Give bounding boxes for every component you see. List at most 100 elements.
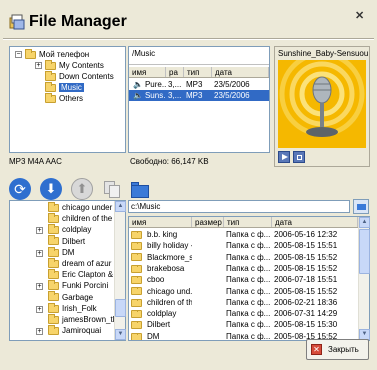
- expand-icon[interactable]: +: [36, 328, 43, 336]
- col-type[interactable]: тип: [224, 217, 272, 227]
- table-row[interactable]: cboo Папка с ф... 2006-07-18 15:51: [129, 274, 358, 285]
- refresh-icon: ⟳: [14, 180, 26, 197]
- tree-item[interactable]: + Jamiroquai: [36, 325, 101, 336]
- col-type[interactable]: тип: [184, 67, 212, 77]
- close-icon: ✕: [311, 344, 322, 355]
- pc-tree-scrollbar[interactable]: ▲ ▼: [114, 201, 126, 340]
- table-row[interactable]: Dilbert Папка с ф... 2005-08-15 15:30: [129, 319, 358, 330]
- tree-item[interactable]: jamesBrown_th: [48, 313, 114, 324]
- folder-icon: [48, 257, 59, 268]
- close-icon: ✕: [355, 10, 365, 22]
- stop-button[interactable]: [293, 151, 305, 163]
- album-art: [278, 60, 366, 148]
- folder-icon: [131, 253, 142, 262]
- phone-list-header: имя ра тип дата: [129, 67, 269, 78]
- table-row[interactable]: children of th...Папка с ф...2006-02-21 …: [129, 297, 358, 308]
- table-row[interactable]: coldplay Папка с ф... 2006-07-31 14:29: [129, 308, 358, 319]
- scroll-up-icon[interactable]: ▲: [359, 217, 370, 228]
- tree-item[interactable]: Eric Clapton &: [48, 269, 113, 280]
- folder-icon: [48, 201, 59, 212]
- tree-item[interactable]: Dilbert: [48, 235, 85, 246]
- play-icon: [282, 154, 288, 160]
- stop-icon: [297, 155, 302, 160]
- copy-button[interactable]: [101, 178, 123, 200]
- expand-icon[interactable]: +: [35, 62, 42, 70]
- folder-icon: [48, 246, 59, 257]
- folder-icon: [48, 224, 59, 235]
- table-row[interactable]: Blackmore_s...Папка с ф...2005-08-15 15:…: [129, 252, 358, 263]
- folder-icon: [131, 287, 142, 296]
- tree-item[interactable]: + DM: [36, 246, 74, 257]
- tree-item[interactable]: + Irish_Folk: [36, 302, 97, 313]
- col-size[interactable]: ра: [166, 67, 184, 77]
- col-date[interactable]: дата: [212, 67, 269, 77]
- tree-root[interactable]: − Мой телефон: [15, 48, 89, 59]
- expand-icon[interactable]: +: [36, 305, 43, 313]
- folder-icon: [48, 302, 59, 313]
- expand-icon[interactable]: +: [36, 283, 43, 291]
- list-item-selected[interactable]: 🔈Suns... 3,... MP3 23/5/2006: [129, 90, 269, 101]
- tree-item[interactable]: children of the: [48, 213, 112, 224]
- tree-item[interactable]: dream of azur: [48, 257, 111, 268]
- preview-panel: Sunshine_Baby-Sensuous.: [274, 46, 370, 167]
- expand-icon[interactable]: +: [36, 249, 43, 257]
- tree-item[interactable]: + Funki Porcini: [36, 280, 108, 291]
- table-row[interactable]: b.b. king Папка с ф... 2006-05-16 12:32: [129, 229, 358, 240]
- close-window-button[interactable]: ✕: [355, 9, 369, 23]
- tree-item-others[interactable]: Others: [45, 92, 83, 103]
- scroll-thumb[interactable]: [115, 299, 126, 317]
- title-divider: [3, 38, 374, 40]
- preview-title: Sunshine_Baby-Sensuous.: [278, 49, 368, 58]
- folder-icon: [48, 235, 59, 246]
- table-row[interactable]: brakebosa Папка с ф... 2005-08-15 15:52: [129, 263, 358, 274]
- free-space: Свободно: 66,147 KB: [130, 157, 209, 166]
- scroll-down-icon[interactable]: ▼: [115, 329, 126, 340]
- folder-icon: [48, 269, 59, 280]
- folder-icon: [48, 213, 59, 224]
- scroll-up-icon[interactable]: ▲: [115, 201, 126, 212]
- folder-icon: [45, 92, 56, 103]
- folder-icon: [48, 280, 59, 291]
- folder-open-icon: [45, 81, 56, 92]
- expand-icon[interactable]: +: [36, 227, 43, 235]
- folder-up-icon: [357, 204, 366, 210]
- tree-item-down-contents[interactable]: Down Contents: [45, 70, 114, 81]
- pc-list-scrollbar[interactable]: ▲ ▼: [358, 217, 370, 340]
- pc-tree-panel: chicago under children of the + coldplay Dil…: [9, 200, 126, 341]
- pc-list-header: имя размер тип дата: [129, 217, 358, 228]
- refresh-button[interactable]: ⟳: [9, 178, 31, 200]
- table-row[interactable]: billy holiday -...Папка с ф...2005-08-15…: [129, 240, 358, 251]
- tree-item[interactable]: Garbage: [48, 291, 93, 302]
- tree-item[interactable]: + coldplay: [36, 224, 91, 235]
- upload-button[interactable]: ⬆: [71, 178, 93, 200]
- folder-icon: [131, 321, 142, 330]
- folder-up-button[interactable]: [353, 199, 369, 214]
- speaker-icon: 🔈: [133, 80, 143, 89]
- supported-formats: MP3 M4A AAC: [9, 157, 62, 166]
- scroll-thumb[interactable]: [359, 229, 370, 274]
- tree-item-music[interactable]: Music: [45, 81, 84, 92]
- new-folder-button[interactable]: [129, 180, 151, 200]
- col-name[interactable]: имя: [129, 217, 192, 227]
- pc-path-field[interactable]: c:\Music: [128, 200, 350, 213]
- window-title: File Manager: [29, 13, 127, 30]
- folder-icon: [131, 264, 142, 273]
- arrow-down-icon: ⬇: [45, 181, 57, 196]
- col-size[interactable]: размер: [192, 217, 224, 227]
- download-button[interactable]: ⬇: [40, 178, 62, 200]
- folder-icon: [48, 313, 59, 324]
- new-folder-icon: [131, 185, 149, 198]
- app-icon: [9, 14, 25, 30]
- col-date[interactable]: дата: [272, 217, 358, 227]
- phone-path-label: /Music: [132, 49, 156, 58]
- tree-item-my-contents[interactable]: + My Contents: [35, 59, 104, 70]
- play-button[interactable]: [278, 151, 290, 163]
- table-row[interactable]: chicago und... Папка с ф... 2005-08-15 15:…: [129, 286, 358, 297]
- folder-icon: [45, 59, 56, 70]
- col-name[interactable]: имя: [129, 67, 166, 77]
- tree-item[interactable]: chicago under: [48, 201, 112, 212]
- collapse-icon[interactable]: −: [15, 51, 22, 59]
- phone-file-panel: /Music имя ра тип дата 🔈Pure... 3,... MP…: [128, 46, 270, 153]
- close-button[interactable]: ✕ Закрыть: [306, 339, 369, 360]
- list-item[interactable]: 🔈Pure... 3,... MP3 23/5/2006: [129, 79, 269, 90]
